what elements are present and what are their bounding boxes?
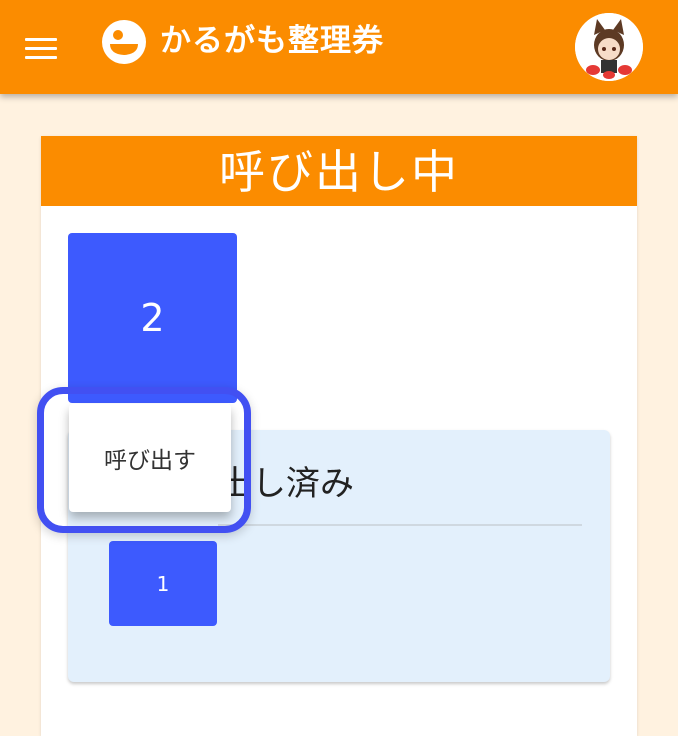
hamburger-menu-icon[interactable] bbox=[18, 30, 64, 66]
call-button[interactable]: 呼び出す bbox=[69, 404, 231, 512]
calling-ticket[interactable]: 2 bbox=[68, 233, 237, 403]
user-avatar-icon[interactable] bbox=[575, 13, 643, 81]
called-ticket[interactable]: 1 bbox=[109, 541, 217, 626]
called-divider bbox=[218, 524, 582, 526]
calling-header: 呼び出し中 bbox=[41, 136, 637, 206]
app-title: かるがも整理券 bbox=[160, 23, 384, 59]
karugamo-logo-icon bbox=[102, 20, 146, 64]
app-bar: かるがも整理券 bbox=[0, 0, 678, 94]
